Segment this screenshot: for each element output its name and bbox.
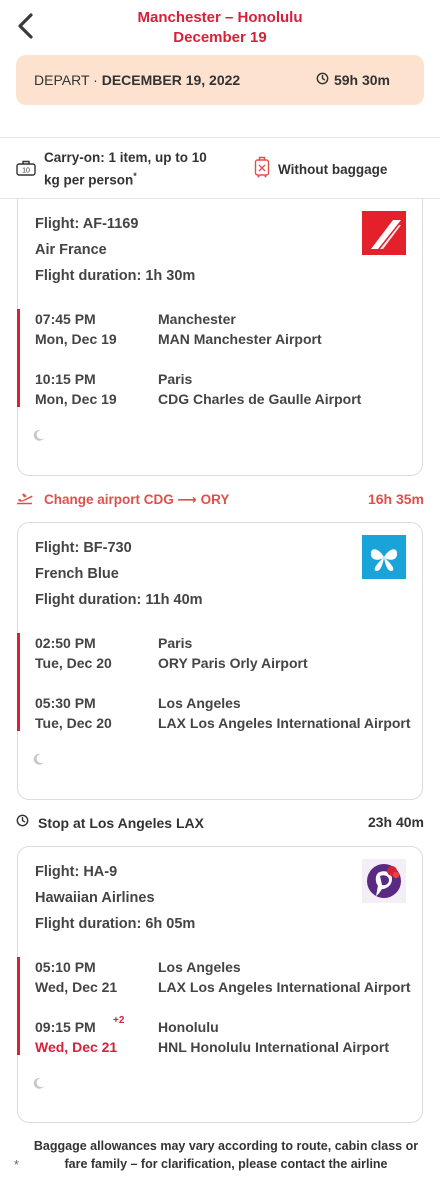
airport: HNL Honolulu International Airport [158, 1039, 389, 1055]
clock-icon [316, 72, 329, 88]
departure-segment: 07:45 PM Mon, Dec 19 Manchester MAN Manc… [18, 309, 422, 359]
arrival-time: 05:30 PM Tue, Dec 20 [35, 693, 112, 733]
day: Wed, Dec 21 [35, 1039, 118, 1055]
time: 02:50 PM [35, 635, 96, 651]
carry-on-icon-label: 10 [22, 168, 30, 175]
flight-duration: Flight duration: 6h 05m [35, 916, 196, 932]
airline-name: French Blue [35, 566, 119, 582]
city: Honolulu [158, 1019, 219, 1035]
arrival-place: Los Angeles LAX Los Angeles Internationa… [158, 693, 411, 733]
baggage-info: 10 Carry-on: 1 item, up to 10 kg per per… [0, 146, 440, 196]
layover-duration: 16h 35m [367, 491, 424, 507]
city: Manchester [158, 311, 236, 327]
flight-info: Flight: BF-730 French Blue Flight durati… [35, 535, 203, 613]
carry-on-footnote-mark: * [133, 171, 137, 181]
arrival-segment: 09:15 PM +2 Wed, Dec 21 Honolulu HNL Hon… [18, 1015, 422, 1067]
arrival-place: Paris CDG Charles de Gaulle Airport [158, 369, 361, 409]
flight-number: Flight: BF-730 [35, 540, 132, 556]
arrival-time: 10:15 PM Mon, Dec 19 [35, 369, 117, 409]
departure-place: Paris ORY Paris Orly Airport [158, 633, 308, 673]
carry-on-label: Carry-on: 1 item, up to 10 kg per person [44, 150, 207, 188]
day: Tue, Dec 20 [35, 655, 112, 671]
depart-label: DEPART · DECEMBER 19, 2022 [34, 72, 240, 88]
city: Los Angeles [158, 959, 241, 975]
departure-time: 07:45 PM Mon, Dec 19 [35, 309, 117, 349]
stop-duration: 23h 40m [367, 814, 424, 830]
flight-info: Flight: HA-9 Hawaiian Airlines Flight du… [35, 859, 195, 937]
stop-text: Stop at Los Angeles LAX [38, 815, 204, 831]
flight-number: Flight: HA-9 [35, 864, 118, 880]
header-bar: Manchester – Honolulu December 19 [0, 0, 440, 50]
baggage-footnote: * Baggage allowances may vary according … [14, 1137, 426, 1173]
time: 09:15 PM [35, 1019, 96, 1035]
time: 07:45 PM [35, 311, 96, 327]
airport: ORY Paris Orly Airport [158, 655, 308, 671]
air-france-logo [362, 211, 406, 255]
clock-icon [16, 814, 29, 832]
time: 05:10 PM [35, 959, 96, 975]
depart-word: DEPART [34, 72, 90, 88]
departure-segment: 02:50 PM Tue, Dec 20 Paris ORY Paris Orl… [18, 633, 422, 683]
next-day-offset-badge: +2 [113, 1015, 125, 1026]
divider [0, 137, 440, 138]
departure-place: Manchester MAN Manchester Airport [158, 309, 322, 349]
day: Mon, Dec 19 [35, 391, 117, 407]
footnote-mark: * [14, 1158, 19, 1172]
airport: CDG Charles de Gaulle Airport [158, 391, 362, 407]
airline-name: Hawaiian Airlines [35, 890, 155, 906]
departure-time: 02:50 PM Tue, Dec 20 [35, 633, 112, 673]
route-title: Manchester – Honolulu [137, 9, 303, 26]
french-blue-logo [362, 535, 406, 579]
flight-card[interactable]: Flight: AF-1169 Air France Flight durati… [17, 199, 423, 476]
flight-duration: Flight duration: 11h 40m [35, 592, 203, 608]
airport: LAX Los Angeles International Airport [158, 715, 411, 731]
arrival-place: Honolulu HNL Honolulu International Airp… [158, 1017, 389, 1057]
depart-summary: DEPART · DECEMBER 19, 2022 59h 30m [16, 55, 424, 105]
day: Tue, Dec 20 [35, 715, 112, 731]
time: 10:15 PM [35, 371, 96, 387]
day: Wed, Dec 21 [35, 979, 118, 995]
change-airport-row: Change airport CDG ⟶ ORY 16h 35m [16, 490, 424, 510]
flight-number: Flight: AF-1169 [35, 216, 139, 232]
airport: MAN Manchester Airport [158, 331, 322, 347]
change-airport-text: Change airport CDG ⟶ ORY [44, 492, 230, 507]
stop-row: Stop at Los Angeles LAX 23h 40m [16, 813, 424, 833]
depart-separator: · [89, 72, 102, 88]
overnight-moon-icon [32, 752, 46, 766]
flight-duration: Flight duration: 1h 30m [35, 268, 196, 284]
airline-name: Air France [35, 242, 107, 258]
total-duration-value: 59h 30m [333, 72, 390, 88]
city: Los Angeles [158, 695, 241, 711]
airplane-takeoff-icon [16, 491, 34, 510]
carry-on-text: Carry-on: 1 item, up to 10 kg per person… [44, 148, 224, 190]
depart-date: DECEMBER 19, 2022 [101, 72, 241, 88]
departure-time: 05:10 PM Wed, Dec 21 [35, 957, 117, 997]
departure-segment: 05:10 PM Wed, Dec 21 Los Angeles LAX Los… [18, 957, 422, 1007]
carry-on-bag-icon: 10 [16, 160, 36, 190]
airport: LAX Los Angeles International Airport [158, 979, 411, 995]
checked-baggage-info: Without baggage [254, 156, 387, 183]
arrival-segment: 05:30 PM Tue, Dec 20 Los Angeles LAX Los… [18, 693, 422, 743]
flight-card[interactable]: Flight: HA-9 Hawaiian Airlines Flight du… [17, 846, 423, 1123]
no-baggage-icon [254, 156, 270, 183]
arrival-segment: 10:15 PM Mon, Dec 19 Paris CDG Charles d… [18, 369, 422, 419]
carry-on-info: 10 Carry-on: 1 item, up to 10 kg per per… [16, 148, 224, 190]
city: Paris [158, 371, 193, 387]
overnight-moon-icon [32, 428, 46, 442]
footnote-text: Baggage allowances may vary according to… [33, 1139, 419, 1171]
time: 05:30 PM [35, 695, 96, 711]
flight-card[interactable]: Flight: BF-730 French Blue Flight durati… [17, 522, 423, 800]
overnight-moon-icon [32, 1076, 46, 1090]
flight-info: Flight: AF-1169 Air France Flight durati… [35, 211, 195, 289]
arrival-time: 09:15 PM +2 Wed, Dec 21 [35, 1015, 124, 1057]
city: Paris [158, 635, 193, 651]
total-duration: 59h 30m [316, 72, 390, 88]
page-title: Manchester – Honolulu December 19 [0, 8, 440, 48]
day: Mon, Dec 19 [35, 331, 117, 347]
checked-baggage-label: Without baggage [278, 162, 388, 177]
hawaiian-airlines-logo [362, 859, 406, 903]
departure-place: Los Angeles LAX Los Angeles Internationa… [158, 957, 411, 997]
date-subtitle: December 19 [173, 29, 267, 46]
